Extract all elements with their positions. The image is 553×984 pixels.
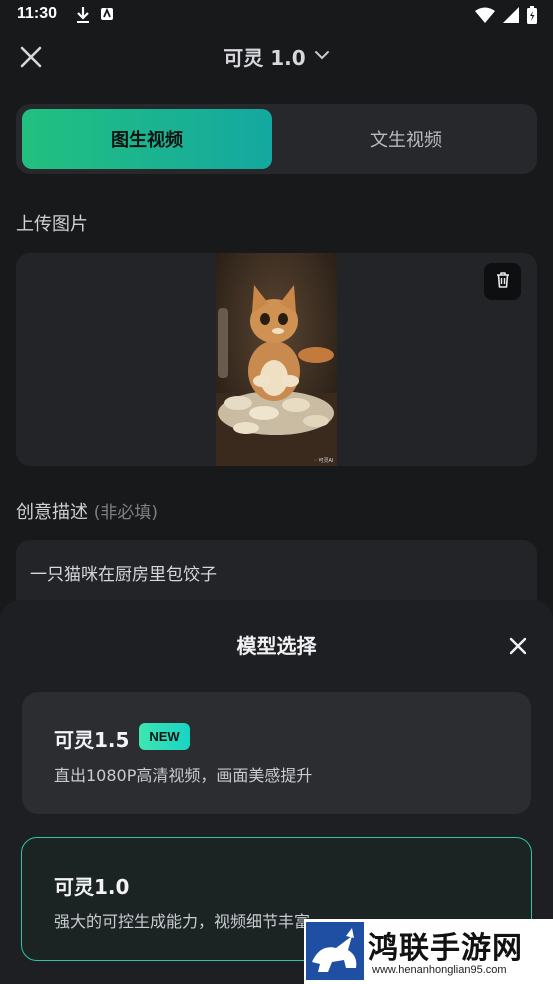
new-badge: NEW: [139, 723, 190, 750]
prompt-label-text: 创意描述: [16, 502, 88, 523]
model-option-desc: 直出1080P高清视频，画面美感提升: [54, 766, 313, 785]
trash-icon: [494, 271, 512, 293]
close-icon: [506, 637, 530, 662]
delete-image-button[interactable]: [484, 263, 521, 300]
upload-label: 上传图片: [16, 214, 88, 235]
watermark-logo-icon: [306, 922, 364, 980]
signal-icon: [503, 7, 519, 27]
top-bar: 可灵 1.0: [0, 32, 553, 82]
status-bar: 11:30: [0, 0, 553, 32]
model-option-desc: 强大的可控生成能力，视频细节丰富: [54, 912, 311, 931]
prompt-optional-hint: (非必填): [93, 503, 158, 523]
page-title: 可灵 1.0: [223, 46, 306, 70]
mode-tabs: 图生视频 文生视频: [16, 104, 537, 174]
wifi-icon: [475, 7, 495, 27]
tab-image-to-video[interactable]: 图生视频: [22, 109, 272, 169]
sheet-close-button[interactable]: [506, 634, 530, 658]
model-option-1-5[interactable]: 可灵1.5 NEW 直出1080P高清视频，画面美感提升: [22, 692, 531, 814]
upload-area[interactable]: ◦ 可灵AI: [16, 253, 537, 466]
svg-text:◦ 可灵AI: ◦ 可灵AI: [314, 458, 333, 464]
app-notification-icon: [100, 6, 114, 28]
prompt-label: 创意描述 (非必填): [16, 498, 158, 524]
uploaded-image: ◦ 可灵AI: [216, 253, 337, 466]
chevron-down-icon: [314, 47, 330, 67]
status-time: 11:30: [17, 5, 58, 22]
model-title-dropdown[interactable]: 可灵 1.0: [0, 42, 553, 71]
battery-icon: [527, 6, 537, 28]
download-icon: [76, 6, 90, 28]
prompt-input-value: 一只猫咪在厨房里包饺子: [30, 565, 217, 585]
site-watermark: 鸿联手游网 www.henanhonglian95.com: [304, 919, 553, 984]
model-option-name: 可灵1.5: [54, 728, 130, 752]
model-option-name: 可灵1.0: [54, 875, 130, 899]
watermark-url: www.henanhonglian95.com: [372, 964, 507, 976]
tab-text-to-video[interactable]: 文生视频: [281, 109, 531, 169]
watermark-text: 鸿联手游网: [368, 931, 523, 966]
sheet-title: 模型选择: [236, 634, 317, 658]
